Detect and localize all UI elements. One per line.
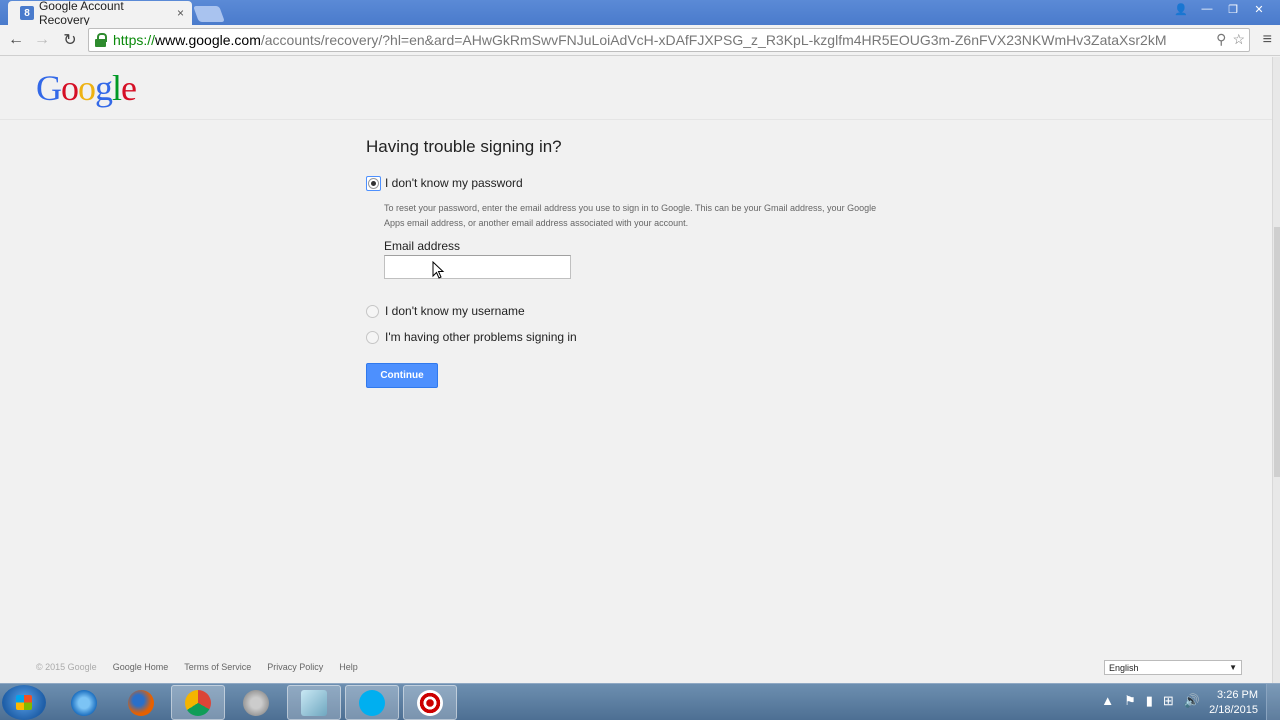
chrome-icon[interactable]: [171, 685, 225, 720]
internet-explorer-icon[interactable]: [57, 685, 111, 720]
option-forgot-username-label: I don't know my username: [385, 304, 525, 318]
media-player-icon[interactable]: [229, 685, 283, 720]
page-scrollbar[interactable]: [1272, 57, 1280, 683]
address-bar[interactable]: https://www.google.com/accounts/recovery…: [88, 28, 1250, 52]
footer-link-google-home[interactable]: Google Home: [113, 662, 169, 672]
volume-icon[interactable]: 🔊: [1184, 693, 1200, 709]
footer-link-privacy[interactable]: Privacy Policy: [267, 662, 323, 672]
notepad-icon[interactable]: [287, 685, 341, 720]
mouse-cursor-icon: [432, 261, 445, 279]
option-forgot-username[interactable]: I don't know my username: [366, 301, 906, 321]
reload-icon[interactable]: ↻: [58, 29, 82, 51]
restore-icon[interactable]: ❐: [1220, 0, 1246, 18]
page: Google Having trouble signing in? I don'…: [0, 57, 1272, 683]
copyright: © 2015 Google: [36, 662, 97, 672]
tab-close-icon[interactable]: ×: [177, 6, 184, 20]
clock-time: 3:26 PM: [1217, 689, 1258, 701]
page-header: Google: [0, 57, 1272, 120]
show-desktop-button[interactable]: [1266, 684, 1280, 720]
url-path: /accounts/recovery/?hl=en&ard=AHwGkRmSwv…: [260, 32, 1167, 48]
footer: © 2015 Google Google Home Terms of Servi…: [36, 662, 358, 672]
tab-title: Google Account Recovery: [38, 0, 124, 27]
battery-icon[interactable]: ▮: [1146, 693, 1153, 709]
logo-letter: g: [95, 68, 113, 108]
help-text: To reset your password, enter the email …: [384, 203, 877, 228]
email-field[interactable]: [384, 255, 571, 279]
record-app-icon[interactable]: [403, 685, 457, 720]
option-forgot-password-label: I don't know my password: [385, 176, 523, 190]
url-scheme: https://: [113, 32, 156, 48]
option-other-problems[interactable]: I'm having other problems signing in: [366, 327, 906, 347]
firefox-icon[interactable]: [114, 685, 168, 720]
back-icon[interactable]: ←: [4, 29, 28, 51]
clock[interactable]: 3:26 PM 2/18/2015: [1209, 688, 1258, 718]
logo-letter: o: [78, 68, 96, 108]
window-controls: 👤 — ❐ ✕: [1168, 0, 1272, 18]
page-title: Having trouble signing in?: [366, 137, 562, 156]
skype-icon[interactable]: [345, 685, 399, 720]
system-tray: ▲ ⚑ ▮ ⊞ 🔊: [1101, 693, 1200, 709]
forward-icon[interactable]: →: [30, 29, 54, 51]
radio-forgot-password[interactable]: [366, 175, 381, 191]
logo-letter: e: [121, 68, 137, 108]
minimize-icon[interactable]: —: [1194, 0, 1220, 18]
browser-toolbar: ← → ↻ https://www.google.com/accounts/re…: [0, 25, 1280, 56]
network-icon[interactable]: ⊞: [1163, 693, 1174, 709]
chrome-menu-icon[interactable]: ≡: [1263, 31, 1272, 49]
star-icon[interactable]: ☆: [1232, 31, 1245, 48]
start-button[interactable]: [2, 685, 46, 720]
logo-letter: o: [61, 68, 79, 108]
taskbar: ▲ ⚑ ▮ ⊞ 🔊 3:26 PM 2/18/2015: [0, 683, 1280, 720]
recovery-form: Having trouble signing in? I don't know …: [366, 137, 906, 388]
language-value: English: [1109, 662, 1139, 673]
option-other-problems-label: I'm having other problems signing in: [385, 330, 577, 344]
logo-letter: G: [36, 68, 62, 108]
radio-other-problems[interactable]: [366, 330, 379, 344]
close-window-icon[interactable]: ✕: [1246, 0, 1272, 18]
url-host: www.google.com: [155, 32, 261, 48]
option-forgot-password[interactable]: I don't know my password: [366, 173, 906, 193]
zoom-icon[interactable]: ⚲: [1216, 31, 1226, 48]
clock-date: 2/18/2015: [1209, 704, 1258, 716]
google-logo[interactable]: Google: [36, 67, 137, 109]
lock-icon: [95, 33, 107, 47]
scrollbar-thumb[interactable]: [1274, 227, 1280, 477]
browser-tab-active[interactable]: 8 Google Account Recovery ×: [8, 0, 192, 27]
footer-link-help[interactable]: Help: [339, 662, 358, 672]
browser-titlebar: 8 Google Account Recovery × 👤 — ❐ ✕: [0, 0, 1280, 27]
new-tab-button[interactable]: [193, 6, 225, 22]
tray-expand-icon[interactable]: ▲: [1101, 693, 1114, 709]
logo-letter: l: [112, 68, 122, 108]
footer-link-terms[interactable]: Terms of Service: [184, 662, 251, 672]
email-label: Email address: [384, 239, 461, 253]
chevron-down-icon: ▼: [1229, 663, 1237, 672]
omnibox-icons: ⚲ ☆: [1212, 31, 1245, 48]
continue-button[interactable]: Continue: [366, 363, 438, 388]
action-center-flag-icon[interactable]: ⚑: [1124, 693, 1136, 709]
user-icon[interactable]: 👤: [1168, 0, 1194, 18]
radio-forgot-username[interactable]: [366, 304, 379, 318]
language-select[interactable]: English ▼: [1104, 660, 1242, 675]
google-favicon-icon: 8: [20, 6, 34, 20]
